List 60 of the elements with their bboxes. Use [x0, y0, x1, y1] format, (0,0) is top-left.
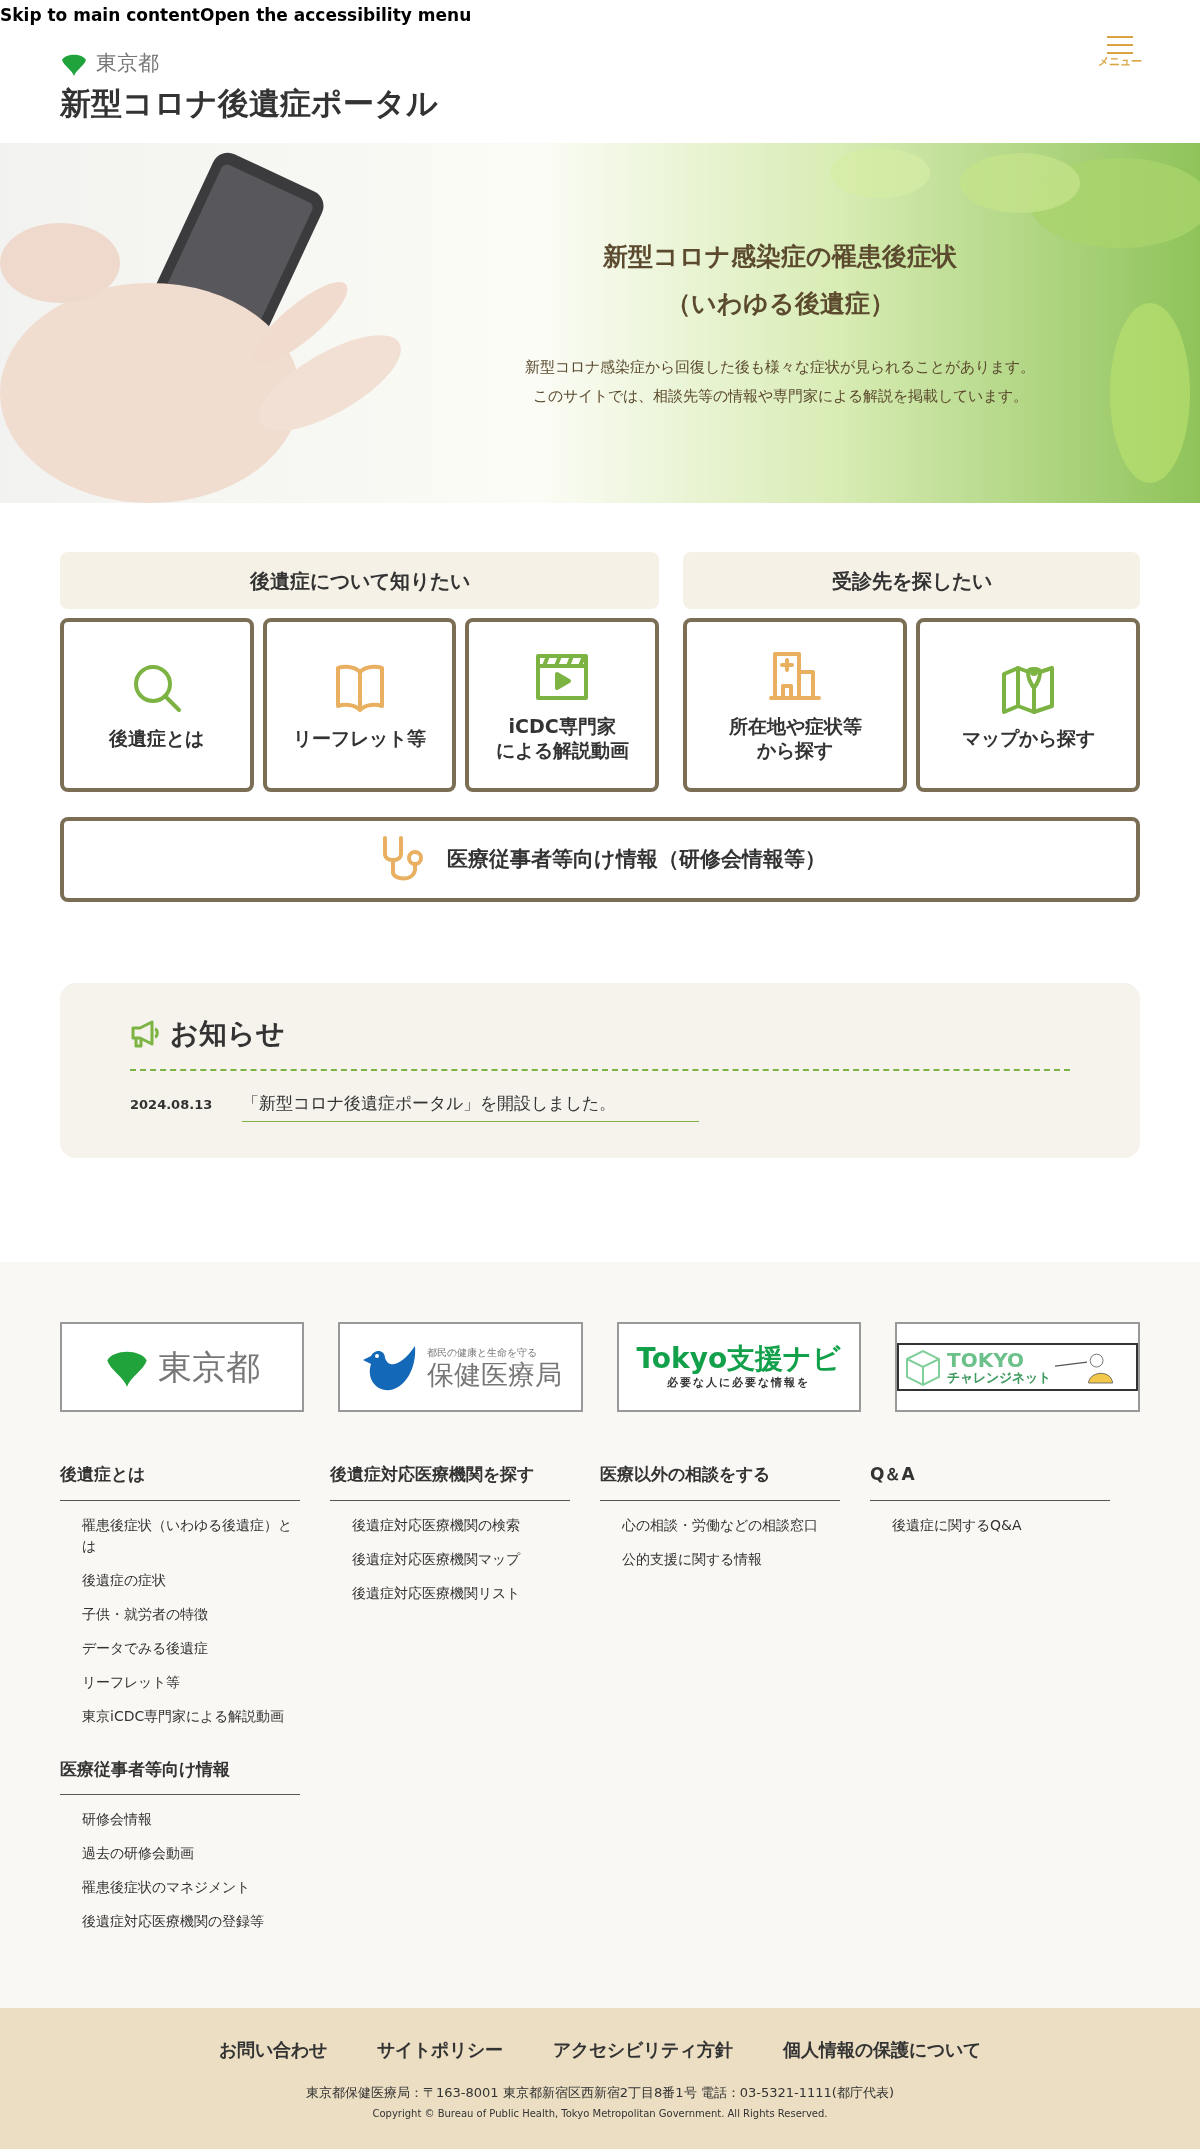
news-link[interactable]: 「新型コロナ後遺症ポータル」を開設しました。: [242, 1091, 699, 1122]
footer-link[interactable]: 研修会情報: [82, 1809, 300, 1830]
footer-link[interactable]: リーフレット等: [82, 1671, 300, 1693]
footer-link[interactable]: データでみる後遺症: [82, 1637, 300, 1659]
footer-heading: 後遺症対応医療機関を探す: [330, 1462, 570, 1501]
hero-lead-text: 新型コロナ感染症から回復した後も様々な症状が見られることがあります。: [525, 357, 1035, 378]
nav-tile[interactable]: iCDC専門家 による解説動画: [465, 618, 659, 792]
tile-label: による解説動画: [495, 738, 629, 762]
skip-link[interactable]: Open the accessibility menu: [199, 0, 472, 30]
news-date: 2024.08.13: [130, 1096, 214, 1114]
news-heading: お知らせ: [170, 1016, 285, 1052]
tile-label: 所在地や症状等: [728, 714, 862, 738]
medical-staff-tile[interactable]: 医療従事者等向け情報（研修会情報等）: [60, 817, 1140, 902]
bottom-link[interactable]: 個人情報の保護について: [783, 2036, 981, 2063]
tile-label: iCDC専門家: [508, 714, 616, 738]
category-heading: 受診先を探したい: [683, 552, 1140, 609]
footer-link[interactable]: 東京iCDC専門家による解説動画: [82, 1705, 300, 1727]
logo-banner[interactable]: Tokyo支援ナビ 必要な人に必要な情報を: [616, 1322, 861, 1412]
hero-lead-text: このサイトでは、相談先等の情報や専門家による解説を掲載しています。: [532, 386, 1028, 407]
footer-link[interactable]: 子供・就労者の特徴: [82, 1603, 300, 1625]
org-name: 東京都: [96, 50, 159, 77]
skip-link[interactable]: Skip to main content: [0, 0, 200, 30]
bottom-link[interactable]: お問い合わせ: [219, 2036, 327, 2063]
footer-link[interactable]: 後遺症対応医療機関マップ: [352, 1548, 570, 1570]
tile-label: マップから探す: [961, 726, 1095, 750]
tile-label: リーフレット等: [293, 726, 426, 750]
tile-label: から探す: [757, 738, 833, 762]
copyright-text: Copyright © Bureau of Public Health, Tokyo Metropolitan Government. All Rights Reserved.: [372, 2106, 828, 2121]
footer-link[interactable]: 後遺症対応医療機関の登録等: [82, 1911, 300, 1932]
nav-tile[interactable]: リーフレット等: [262, 618, 457, 792]
megaphone-icon: [130, 1019, 162, 1049]
tile-label: 後遺症とは: [109, 726, 205, 750]
footer-link[interactable]: 公的支援に関する情報: [622, 1548, 840, 1570]
menu-icon: [1107, 36, 1133, 54]
footer-heading: 後遺症とは: [60, 1462, 300, 1501]
footer-link[interactable]: 後遺症対応医療機関の検索: [352, 1514, 570, 1536]
hero-heading: （いわゆる後遺症）: [665, 288, 895, 320]
footer-heading: 医療従事者等向け情報: [60, 1756, 300, 1795]
bottom-link[interactable]: サイトポリシー: [377, 2036, 503, 2063]
logo-banner[interactable]: 東京都: [60, 1322, 305, 1412]
footer-link[interactable]: 罹患後症状（いわゆる後遺症）とは: [82, 1514, 300, 1557]
footer-link[interactable]: 心の相談・労働などの相談窓口: [622, 1514, 840, 1536]
footer-link[interactable]: 後遺症の症状: [82, 1569, 300, 1591]
footer-link[interactable]: 罹患後症状のマネジメント: [82, 1877, 300, 1898]
address-text: 東京都保健医療局：〒163-8001 東京都新宿区西新宿2丁目8番1号 電話：03-5321-1111(都庁代表): [306, 2084, 894, 2102]
logo-banner[interactable]: 都民の健康と生命を守る 保健医療局: [338, 1322, 583, 1412]
footer-link[interactable]: 後遺症対応医療機関リスト: [352, 1582, 570, 1604]
nav-tile[interactable]: 後遺症とは: [60, 618, 254, 792]
footer-link[interactable]: 過去の研修会動画: [82, 1843, 300, 1864]
category-heading: 後遺症について知りたい: [60, 552, 659, 609]
footer-heading: 医療以外の相談をする: [600, 1462, 840, 1501]
logo-banner[interactable]: TOKYO チャレンジネット: [895, 1322, 1140, 1412]
bottom-link[interactable]: アクセシビリティ方針: [553, 2036, 733, 2063]
footer-link[interactable]: 後遺症に関するQ&A: [892, 1514, 1110, 1536]
hero-heading: 新型コロナ感染症の罹患後症状: [603, 241, 957, 273]
site-title[interactable]: 新型コロナ後遺症ポータル: [60, 80, 438, 127]
footer-heading: Q＆A: [870, 1462, 1110, 1501]
cube-logo-icon: [903, 1347, 943, 1387]
nav-tile[interactable]: 所在地や症状等 から探す: [683, 618, 907, 792]
nav-tile[interactable]: マップから探す: [916, 618, 1140, 792]
